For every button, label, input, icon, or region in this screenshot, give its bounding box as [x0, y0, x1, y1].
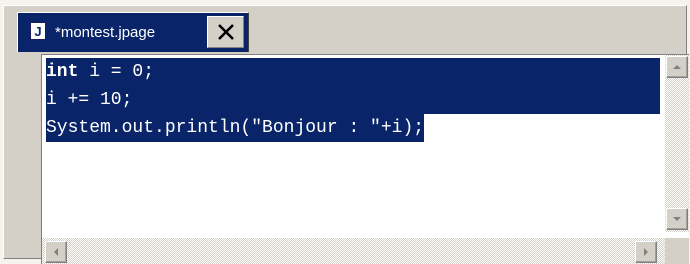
java-file-icon: J	[30, 22, 46, 40]
vertical-scrollbar[interactable]	[665, 55, 689, 232]
horizontal-scrollbar[interactable]	[42, 238, 666, 264]
arrow-down-icon	[673, 217, 681, 221]
code-area[interactable]: int i = 0; i += 10; System.out.println("…	[46, 58, 660, 142]
editor-window: J *montest.jpage int i = 0; i += 10; Sys…	[3, 5, 689, 264]
code-line[interactable]: System.out.println("Bonjour : "+i);	[46, 114, 425, 142]
scroll-left-button[interactable]	[45, 241, 67, 263]
code-line[interactable]: i += 10;	[46, 86, 660, 114]
scroll-up-button[interactable]	[666, 56, 688, 78]
arrow-up-icon	[673, 65, 681, 69]
code-line[interactable]: int i = 0;	[46, 58, 660, 86]
close-icon	[218, 24, 234, 40]
tab-title: *montest.jpage	[55, 24, 156, 41]
code-text: i = 0;	[78, 62, 155, 82]
code-editor[interactable]: int i = 0; i += 10; System.out.println("…	[41, 54, 689, 264]
scroll-right-button[interactable]	[635, 241, 657, 263]
arrow-left-icon	[54, 248, 58, 256]
arrow-right-icon	[644, 248, 648, 256]
scroll-down-button[interactable]	[666, 208, 688, 230]
scrollbar-corner	[665, 238, 689, 264]
close-tab-button[interactable]	[207, 16, 244, 48]
editor-tab[interactable]: J *montest.jpage	[17, 12, 249, 52]
keyword-token: int	[46, 62, 79, 82]
